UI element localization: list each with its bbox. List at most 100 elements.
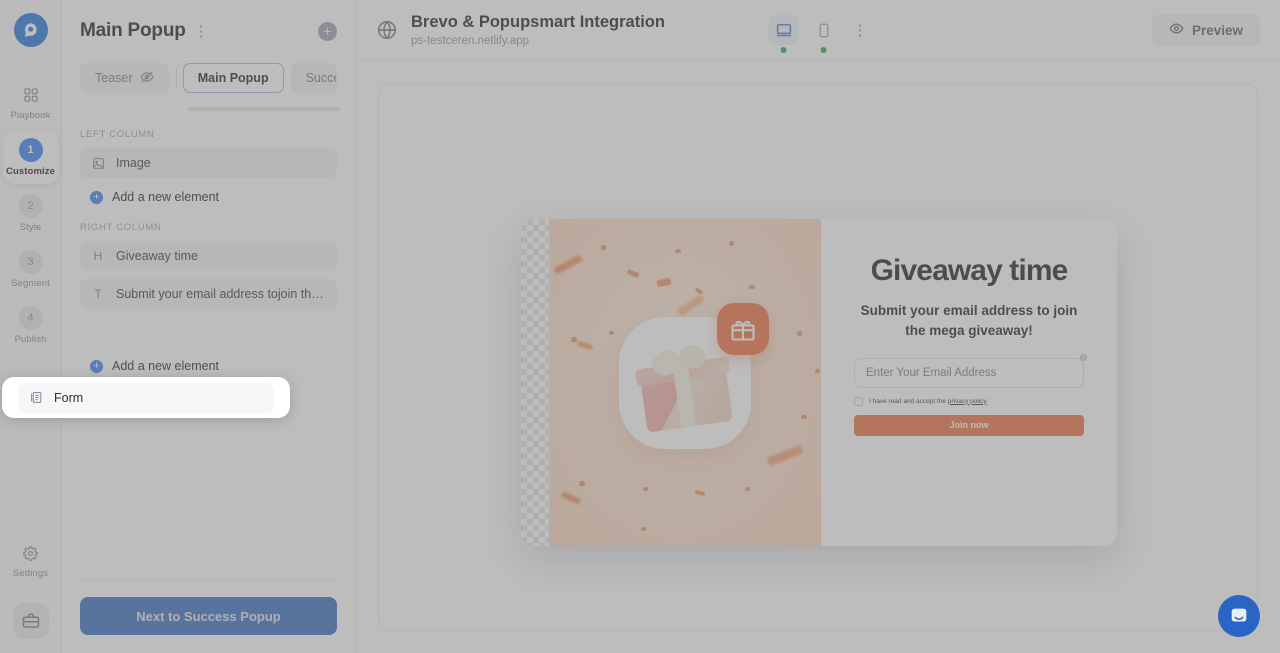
element-label: Submit your email address tojoin the meg… [116, 287, 326, 301]
section-label-right-column: RIGHT COLUMN [62, 222, 355, 233]
panel-title-row: Main Popup ⋮ + [80, 20, 337, 42]
text-icon: T [91, 287, 105, 301]
sidebar-item-customize[interactable]: 1 Customize [3, 131, 59, 184]
sidebar-item-label: Customize [6, 166, 55, 177]
mobile-icon[interactable] [809, 15, 839, 45]
step-badge: 3 [19, 250, 43, 274]
more-vertical-icon[interactable]: ⋮ [194, 24, 209, 39]
popupsmart-logo-icon[interactable] [14, 13, 48, 47]
left-column-elements: Image + Add a new element [62, 140, 355, 204]
popup-form-panel: Giveaway time Submit your email address … [821, 219, 1117, 546]
image-icon [91, 157, 105, 170]
step-tabs: Teaser Main Popup Success Po... [80, 63, 337, 93]
left-rail: Playbook 1 Customize 2 Style 3 Segment 4… [0, 0, 62, 653]
consent-text: I have read and accept the privacy polic… [869, 398, 987, 405]
site-url: ps-testceren.netlify.app [411, 35, 665, 47]
panel-header: Main Popup ⋮ + Teaser Main Popup [62, 0, 355, 111]
element-row-form[interactable]: Form [18, 383, 274, 413]
popup-preview: Giveaway time Submit your email address … [521, 219, 1117, 546]
popup-subheading[interactable]: Submit your email address to join the me… [854, 301, 1084, 340]
main-area: Brevo & Popupsmart Integration ps-testce… [356, 0, 1280, 653]
chat-bubble-icon[interactable] [1218, 595, 1260, 637]
sidebar-item-playbook[interactable]: Playbook [3, 77, 59, 128]
desktop-icon[interactable] [769, 15, 799, 45]
sidebar-item-publish[interactable]: 4 Publish [3, 299, 59, 352]
tab-label: Main Popup [198, 71, 269, 85]
email-field[interactable] [854, 358, 1084, 388]
tab-main-popup[interactable]: Main Popup [183, 63, 284, 93]
consent-label: I have read and accept the [869, 398, 948, 405]
element-label: Form [54, 391, 83, 405]
consent-checkbox[interactable] [854, 397, 863, 406]
status-dot [781, 47, 787, 53]
gear-icon [20, 542, 42, 564]
popup-image-panel[interactable] [521, 219, 821, 546]
footer-divider [80, 579, 337, 580]
tab-teaser[interactable]: Teaser [80, 63, 169, 93]
element-label: Giveaway time [116, 249, 198, 263]
plus-circle-icon: + [90, 360, 103, 373]
sidebar-item-segment[interactable]: 3 Segment [3, 243, 59, 296]
section-label-left-column: LEFT COLUMN [62, 129, 355, 140]
step-badge: 1 [19, 138, 43, 162]
eye-off-icon [140, 70, 154, 87]
add-element-left-column[interactable]: + Add a new element [90, 190, 337, 204]
canvas-wrapper: Giveaway time Submit your email address … [356, 61, 1280, 653]
tab-success-popup[interactable]: Success Po... [291, 63, 337, 93]
rail-steps: Playbook 1 Customize 2 Style 3 Segment 4… [0, 77, 61, 355]
page-title: Main Popup [80, 20, 186, 42]
step-badge: 4 [19, 306, 43, 330]
briefcase-icon[interactable] [13, 603, 49, 639]
preview-button[interactable]: Preview [1152, 14, 1260, 46]
element-row-form-highlighted[interactable]: Form [2, 377, 290, 418]
add-element-right-column[interactable]: + Add a new element [90, 359, 337, 373]
popup-heading[interactable]: Giveaway time [854, 255, 1084, 287]
popup-canvas: Giveaway time Submit your email address … [378, 83, 1258, 631]
join-now-button[interactable]: Join now [854, 415, 1084, 436]
form-icon [29, 391, 43, 404]
gift-icon [717, 303, 769, 355]
resize-handle-icon[interactable] [1080, 354, 1087, 361]
more-vertical-icon[interactable]: ⋮ [853, 21, 868, 39]
status-dot [821, 47, 827, 53]
element-row-image[interactable]: Image [80, 148, 337, 178]
eye-icon [1169, 21, 1184, 39]
sidebar-item-label: Style [20, 222, 42, 233]
element-row-text[interactable]: T Submit your email address tojoin the m… [80, 279, 337, 309]
heading-icon: H [91, 249, 105, 263]
sidebar-item-label: Publish [15, 334, 47, 345]
sidebar-item-label: Segment [11, 278, 50, 289]
device-toggle-group: ⋮ [769, 15, 868, 45]
panel-footer: Next to Success Popup [62, 579, 355, 653]
site-info: Brevo & Popupsmart Integration ps-testce… [376, 13, 665, 47]
plus-circle-icon: + [90, 191, 103, 204]
right-column-elements: H Giveaway time T Submit your email addr… [62, 233, 355, 373]
privacy-policy-link[interactable]: privacy policy [948, 398, 987, 405]
email-field-wrapper [854, 358, 1084, 388]
tab-label: Success Po... [306, 71, 337, 85]
add-element-label: Add a new element [112, 190, 219, 204]
element-row-heading[interactable]: H Giveaway time [80, 241, 337, 271]
tabs-scrollbar[interactable] [188, 107, 340, 111]
sidebar-item-label: Settings [13, 568, 48, 579]
giveaway-illustration [549, 219, 821, 546]
top-bar: Brevo & Popupsmart Integration ps-testce… [356, 0, 1280, 61]
editor-panel: Main Popup ⋮ + Teaser Main Popup [62, 0, 356, 653]
app-root: Playbook 1 Customize 2 Style 3 Segment 4… [0, 0, 1280, 653]
site-name: Brevo & Popupsmart Integration [411, 13, 665, 33]
preview-label: Preview [1192, 23, 1243, 38]
sidebar-item-style[interactable]: 2 Style [3, 187, 59, 240]
sidebar-item-settings[interactable]: Settings [3, 535, 59, 586]
rail-bottom: Settings [0, 535, 61, 639]
globe-icon [376, 19, 398, 41]
gift-box-illustration [637, 345, 733, 432]
add-element-label: Add a new element [112, 359, 219, 373]
consent-row: I have read and accept the privacy polic… [854, 397, 1084, 406]
sidebar-item-label: Playbook [11, 110, 51, 121]
tab-label: Teaser [95, 71, 133, 85]
step-badge: 2 [19, 194, 43, 218]
grid-icon [20, 84, 42, 106]
element-label: Image [116, 156, 151, 170]
plus-circle-icon[interactable]: + [318, 22, 337, 41]
next-to-success-popup-button[interactable]: Next to Success Popup [80, 597, 337, 635]
